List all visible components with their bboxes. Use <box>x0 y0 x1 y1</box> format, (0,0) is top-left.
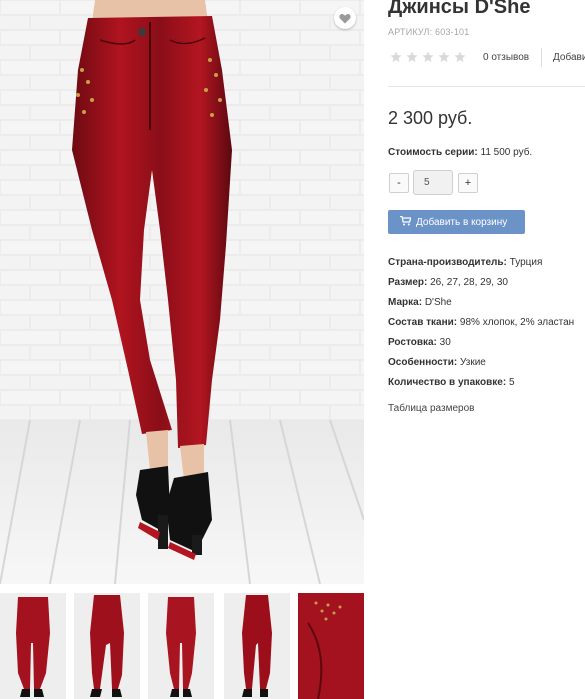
spec-label: Ростовка: <box>388 337 437 348</box>
series-price-value: 11 500 руб. <box>480 147 533 158</box>
product-title: Джинсы D'She <box>388 0 531 18</box>
series-price-label: Стоимость серии: <box>388 147 478 158</box>
product-sku: АРТИКУЛ: 603-101 <box>388 27 470 37</box>
spec-size-run: Ростовка: 30 <box>388 336 585 356</box>
quantity-input[interactable] <box>413 170 453 195</box>
thumbnail-2[interactable] <box>74 593 140 699</box>
add-to-cart-button[interactable]: Добавить в корзину <box>388 210 525 234</box>
star-icon[interactable] <box>390 51 402 63</box>
thumbnail-strip <box>0 593 370 699</box>
spec-label: Количество в упаковке: <box>388 377 507 388</box>
spec-label: Состав ткани: <box>388 317 458 328</box>
star-icon[interactable] <box>454 51 466 63</box>
spec-value: Турция <box>509 257 543 268</box>
rating-row: 0 отзывов Добавить отзыв <box>388 48 585 67</box>
spec-fabric: Состав ткани: 98% хлопок, 2% эластан <box>388 316 585 336</box>
spec-value: D'She <box>424 297 452 308</box>
spec-value: 26, 27, 28, 29, 30 <box>430 277 508 288</box>
spec-pack-quantity: Количество в упаковке: 5 <box>388 376 585 396</box>
star-icon[interactable] <box>406 51 418 63</box>
product-info-panel: Джинсы D'She АРТИКУЛ: 603-101 0 отзывов … <box>388 0 585 699</box>
reviews-link[interactable]: 0 отзывов <box>483 52 529 63</box>
cart-icon <box>400 215 412 229</box>
divider <box>388 86 585 87</box>
rating-stars[interactable] <box>390 51 466 63</box>
spec-value: 30 <box>439 337 451 348</box>
product-main-image[interactable] <box>0 0 364 584</box>
star-icon[interactable] <box>438 51 450 63</box>
size-table-link[interactable]: Таблица размеров <box>388 403 474 414</box>
thumbnail-3[interactable] <box>148 593 214 699</box>
spec-features: Особенности: Узкие <box>388 356 585 376</box>
spec-value: Узкие <box>459 357 486 368</box>
series-price: Стоимость серии: 11 500 руб. <box>388 147 532 158</box>
spec-size: Размер: 26, 27, 28, 29, 30 <box>388 276 585 296</box>
product-specs: Страна-производитель: Турция Размер: 26,… <box>388 256 585 396</box>
spec-brand: Марка: D'She <box>388 296 585 316</box>
quantity-decrease-button[interactable]: - <box>389 173 409 193</box>
thumbnail-1[interactable] <box>0 593 66 699</box>
wishlist-button[interactable] <box>334 7 356 29</box>
divider <box>541 48 542 67</box>
spec-label: Марка: <box>388 297 423 308</box>
spec-label: Страна-производитель: <box>388 257 507 268</box>
spec-label: Размер: <box>388 277 428 288</box>
add-to-cart-label: Добавить в корзину <box>416 216 508 228</box>
quantity-increase-button[interactable]: + <box>458 173 478 193</box>
thumbnail-5[interactable] <box>298 593 364 699</box>
heart-icon <box>339 13 351 24</box>
product-price: 2 300 руб. <box>388 108 473 128</box>
add-review-link[interactable]: Добавить отзыв <box>553 52 585 63</box>
spec-value: 5 <box>508 377 515 388</box>
spec-country: Страна-производитель: Турция <box>388 256 585 276</box>
spec-label: Особенности: <box>388 357 458 368</box>
spec-value: 98% хлопок, 2% эластан <box>459 317 575 328</box>
thumbnail-4[interactable] <box>224 593 290 699</box>
star-icon[interactable] <box>422 51 434 63</box>
